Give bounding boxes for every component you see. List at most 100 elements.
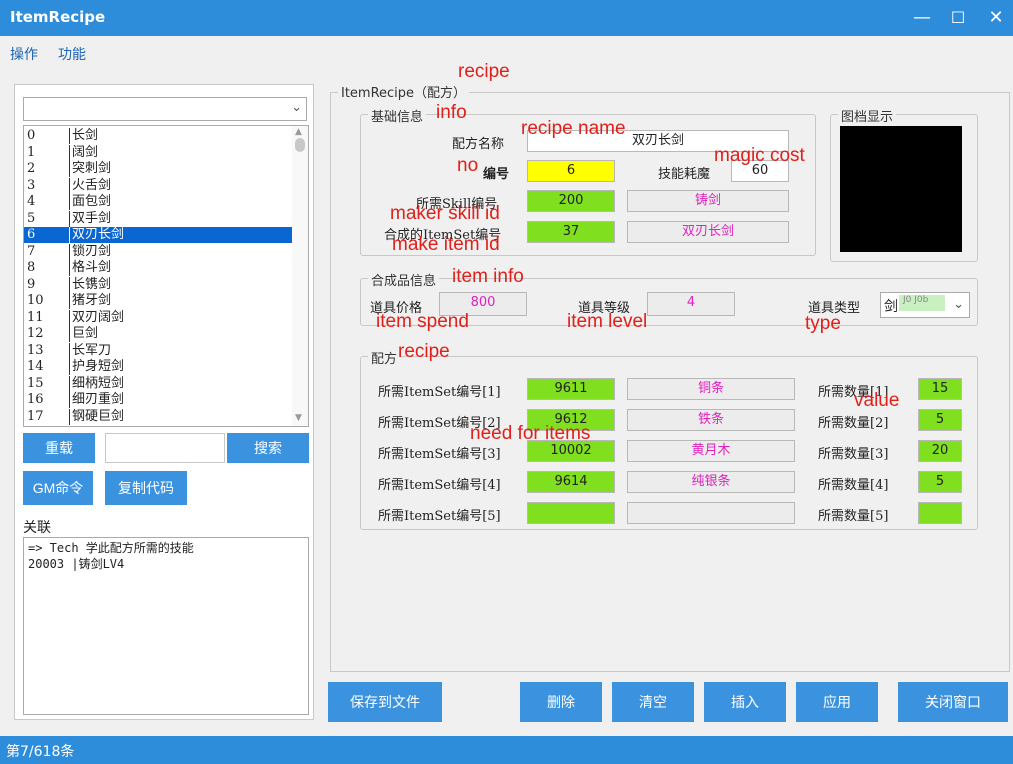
annotation-recipe-name: recipe name [521, 118, 626, 139]
recipe-itemset-label: 所需ItemSet编号[4] [378, 478, 501, 493]
skill-id-field[interactable]: 200 [527, 190, 615, 212]
list-item[interactable]: 12 巨剑 [24, 326, 292, 342]
search-button[interactable]: 搜索 [227, 433, 309, 463]
list-item[interactable]: 14 护身短剑 [24, 359, 292, 375]
annotation-value: value [854, 390, 900, 411]
annotation-recipe: recipe [398, 341, 450, 362]
save-to-file-button[interactable]: 保存到文件 [328, 682, 442, 722]
list-item[interactable]: 1 阔剑 [24, 144, 292, 161]
list-item[interactable]: 11 双刃阔剑 [24, 309, 292, 326]
list-item-name: 细柄短剑 [69, 375, 124, 392]
list-item[interactable]: 8 格斗剑 [24, 260, 292, 276]
insert-button[interactable]: 插入 [704, 682, 786, 722]
recipe-itemset-id-field[interactable]: 9611 [527, 378, 615, 400]
list-item[interactable]: 17 钢硬巨剑 [24, 408, 292, 425]
recipe-itemset-label: 所需ItemSet编号[5] [378, 509, 501, 524]
recipe-itemset-name-field: 铜条 [627, 378, 795, 400]
level-field[interactable]: 4 [647, 292, 735, 316]
list-item-id: 9 [27, 276, 36, 292]
recipe-itemset-id-field[interactable]: 9614 [527, 471, 615, 493]
gm-command-button[interactable]: GM命令 [23, 471, 93, 505]
list-item-name: 钢硬巨剑 [69, 408, 124, 425]
annotation-item-info: item info [452, 266, 524, 287]
scrollbar-thumb[interactable] [295, 138, 305, 152]
annotation-no: no [457, 155, 479, 176]
annotation-magic-cost: magic cost [714, 145, 805, 166]
no-field[interactable]: 6 [527, 160, 615, 182]
apply-button[interactable]: 应用 [796, 682, 878, 722]
filter-dropdown[interactable]: ⌄ [23, 97, 307, 121]
delete-button[interactable]: 删除 [520, 682, 602, 722]
reload-button[interactable]: 重载 [23, 433, 95, 463]
type-dropdown[interactable]: J0 J0b 剑 ⌄ [880, 292, 970, 318]
recipe-qty-field[interactable]: 20 [918, 440, 962, 462]
list-item[interactable]: 0 长剑 [24, 128, 292, 144]
list-item[interactable]: 15 细柄短剑 [24, 375, 292, 392]
list-item-name: 长剑 [69, 128, 98, 144]
itemset-id-field[interactable]: 37 [527, 221, 615, 243]
annotation-make-item-id: make item id [392, 234, 500, 255]
list-item-id: 13 [27, 342, 44, 358]
annotation-item-level: item level [567, 311, 648, 332]
recipe-qty-field[interactable]: 5 [918, 471, 962, 493]
annotation-type: type [805, 313, 841, 334]
list-item[interactable]: 3 火舌剑 [24, 177, 292, 194]
maximize-icon[interactable]: ☐ [946, 6, 970, 30]
recipe-qty-field[interactable]: 15 [918, 378, 962, 400]
search-input[interactable] [105, 433, 225, 463]
list-item-name: 阔剑 [69, 144, 98, 161]
recipe-list[interactable]: ▲ ▼ 0 长剑 1 阔剑 2 突刺剑 3 火舌剑 4 面包剑 5 双手剑 6 双刃长剑 7 锁刃剑 8 格斗剑 9… [23, 125, 309, 427]
recipe-qty-label: 所需数量[5] [818, 509, 889, 524]
close-window-button[interactable]: 关闭窗口 [898, 682, 1008, 722]
list-item[interactable]: 6 双刃长剑 [24, 227, 292, 244]
list-item-id: 15 [27, 375, 44, 391]
menu-function[interactable]: 功能 [58, 44, 86, 64]
relation-box[interactable]: => Tech 学此配方所需的技能 20003 |铸剑LV4 [23, 537, 309, 715]
annotation-recipe-top: recipe [458, 61, 510, 82]
list-item-id: 14 [27, 359, 44, 374]
recipe-itemset-name-field: 黄月木 [627, 440, 795, 462]
close-icon[interactable]: ✕ [984, 6, 1008, 30]
list-item-id: 7 [27, 243, 36, 259]
list-item[interactable]: 16 细刃重剑 [24, 392, 292, 408]
list-item[interactable]: 13 长军刀 [24, 342, 292, 359]
recipe-itemset-label: 所需ItemSet编号[3] [378, 447, 501, 462]
scroll-up-icon[interactable]: ▲ [295, 127, 302, 137]
clear-button[interactable]: 清空 [612, 682, 694, 722]
list-item-name: 格斗剑 [69, 260, 111, 276]
list-item-name: 突刺剑 [69, 161, 111, 177]
recipe-itemset-name-field [627, 502, 795, 524]
no-label: 编号 [483, 167, 510, 182]
mp-cost-label: 技能耗魔 [658, 167, 711, 182]
list-item-id: 11 [27, 309, 44, 325]
type-value: 剑 [884, 299, 898, 315]
recipe-qty-label: 所需数量[3] [818, 447, 889, 462]
list-item[interactable]: 7 锁刃剑 [24, 243, 292, 260]
list-item[interactable]: 2 突刺剑 [24, 161, 292, 177]
relation-line: 20003 |铸剑LV4 [28, 557, 125, 571]
recipe-qty-label: 所需数量[4] [818, 478, 889, 493]
list-item[interactable]: 9 长镌剑 [24, 276, 292, 293]
record-counter: 第7/618条 [6, 744, 75, 760]
type-ghost-text: J0 J0b [899, 295, 945, 311]
recipe-qty-field[interactable]: 5 [918, 409, 962, 431]
scroll-down-icon[interactable]: ▼ [295, 413, 302, 423]
list-item[interactable]: 4 面包剑 [24, 194, 292, 210]
item-image [840, 126, 962, 252]
window-title: ItemRecipe [10, 8, 106, 26]
list-item-name: 锁刃剑 [69, 243, 111, 260]
left-panel: ⌄ ▲ ▼ 0 长剑 1 阔剑 2 突刺剑 3 火舌剑 4 面包剑 5 双手剑 6 双刃长剑 7 锁刃剑 8 格斗… [14, 84, 314, 720]
list-item-id: 3 [27, 177, 36, 193]
recipe-itemset-id-field[interactable] [527, 502, 615, 524]
list-item[interactable]: 5 双手剑 [24, 210, 292, 227]
list-scrollbar[interactable]: ▲ ▼ [292, 126, 308, 426]
recipe-qty-field[interactable] [918, 502, 962, 524]
basic-info-title: 基础信息 [368, 106, 427, 125]
list-item-name: 细刃重剑 [69, 392, 124, 408]
list-item-name: 双刃长剑 [69, 227, 124, 243]
menu-operation[interactable]: 操作 [10, 44, 38, 64]
copy-code-button[interactable]: 复制代码 [105, 471, 187, 505]
list-item[interactable]: 10 猪牙剑 [24, 293, 292, 309]
list-item-id: 12 [27, 326, 44, 341]
minimize-icon[interactable]: — [910, 6, 934, 30]
